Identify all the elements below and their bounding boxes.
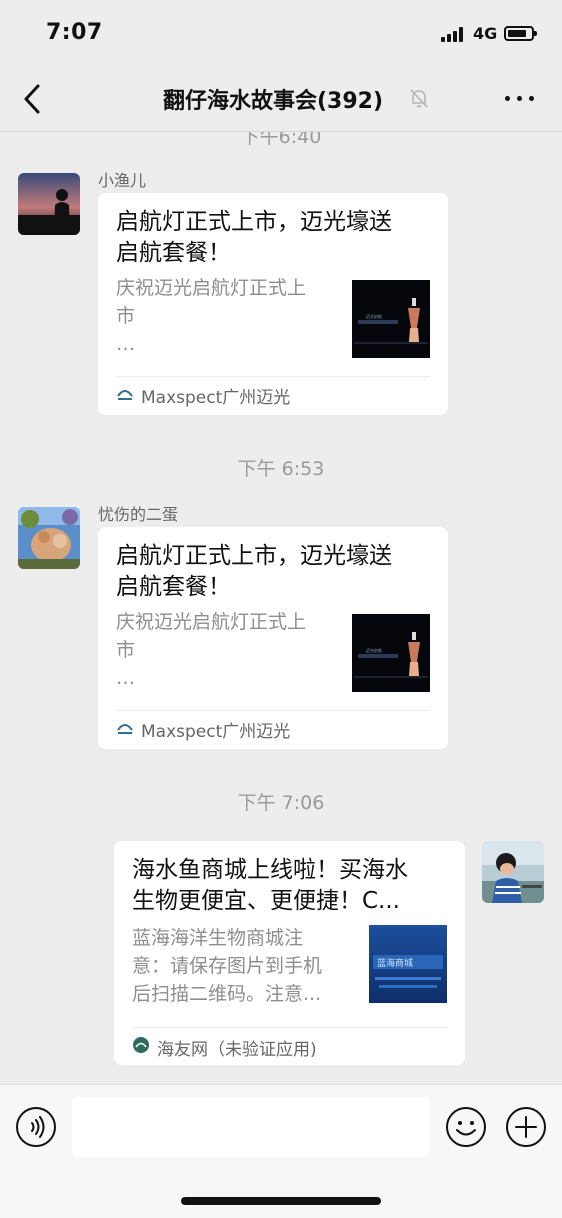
card-description: …	[116, 333, 135, 355]
maxspect-logo-icon	[117, 724, 133, 734]
card-thumbnail: 迈光启航	[352, 614, 430, 692]
card-thumbnail: 迈光启航	[352, 280, 430, 358]
emoji-button[interactable]	[445, 1106, 487, 1148]
mute-bell-icon	[410, 89, 428, 108]
nav-bar: 翻仔海水故事会(392)	[0, 66, 562, 132]
time-separator: 下午 7:06	[237, 792, 325, 814]
card-title: 启航套餐！	[116, 240, 231, 266]
svg-text:迈光启航: 迈光启航	[366, 647, 382, 653]
time-separator: 下午 6:53	[237, 458, 325, 480]
card-source: Maxspect广州迈光	[141, 722, 291, 742]
divider	[132, 1027, 447, 1028]
svg-text:迈光启航: 迈光启航	[366, 313, 382, 319]
card-description: 市	[116, 305, 136, 327]
signal-icon	[441, 27, 465, 42]
maxspect-logo-icon	[117, 390, 133, 400]
card-description: 意：请保存图片到手机	[132, 955, 323, 977]
card-description: …	[116, 667, 135, 689]
haiyou-logo-icon	[133, 1037, 149, 1053]
voice-button[interactable]	[15, 1106, 57, 1148]
card-description: 市	[116, 639, 136, 661]
link-card[interactable]: 海水鱼商城上线啦！买海水 生物更便宜、更便捷！C... 蓝海海洋生物商城注 意：…	[114, 841, 465, 1065]
card-title: 启航灯正式上市，迈光壕送	[116, 209, 392, 235]
card-source: 海友网（未验证应用)	[157, 1040, 317, 1060]
time-separator: 下午6:40	[240, 132, 322, 148]
home-indicator	[181, 1197, 381, 1205]
card-description: 后扫描二维码。注意...	[132, 983, 322, 1005]
battery-icon	[504, 26, 537, 41]
link-card[interactable]: 启航灯正式上市，迈光壕送 启航套餐！ 庆祝迈光启航灯正式上 市 … 迈光启航 M…	[98, 527, 448, 749]
svg-text:蓝海商城: 蓝海商城	[377, 957, 413, 969]
status-bar: 7:07 4G	[0, 0, 562, 66]
network-label: 4G	[473, 24, 498, 43]
card-title: 生物更便宜、更便捷！C...	[132, 888, 400, 914]
divider	[116, 376, 430, 377]
avatar[interactable]	[18, 507, 80, 569]
plus-button[interactable]	[505, 1106, 547, 1148]
card-description: 庆祝迈光启航灯正式上	[116, 611, 307, 633]
avatar[interactable]	[18, 173, 80, 235]
card-title: 启航套餐！	[116, 574, 231, 600]
card-title: 海水鱼商城上线啦！买海水	[132, 857, 408, 883]
link-card[interactable]: 启航灯正式上市，迈光壕送 启航套餐！ 庆祝迈光启航灯正式上 市 … 迈光启航 M…	[98, 193, 448, 415]
more-options-button[interactable]	[505, 96, 535, 104]
card-source: Maxspect广州迈光	[141, 388, 291, 408]
message-input[interactable]	[72, 1097, 430, 1157]
sender-name: 忧伤的二蛋	[98, 505, 179, 524]
card-description: 蓝海海洋生物商城注	[132, 927, 304, 949]
avatar[interactable]	[482, 841, 544, 903]
sender-name: 小渔儿	[98, 171, 147, 190]
card-thumbnail: 蓝海商城	[369, 925, 447, 1003]
status-time: 7:07	[46, 20, 103, 45]
divider	[116, 710, 430, 711]
card-title: 启航灯正式上市，迈光壕送	[116, 543, 392, 569]
chat-title: 翻仔海水故事会(392)	[162, 89, 384, 114]
chat-area[interactable]: 下午6:40 小渔儿 启航灯正式上市，迈光壕送 启航套餐！ 庆祝迈光启航灯正式上…	[0, 132, 562, 1084]
card-description: 庆祝迈光启航灯正式上	[116, 277, 307, 299]
